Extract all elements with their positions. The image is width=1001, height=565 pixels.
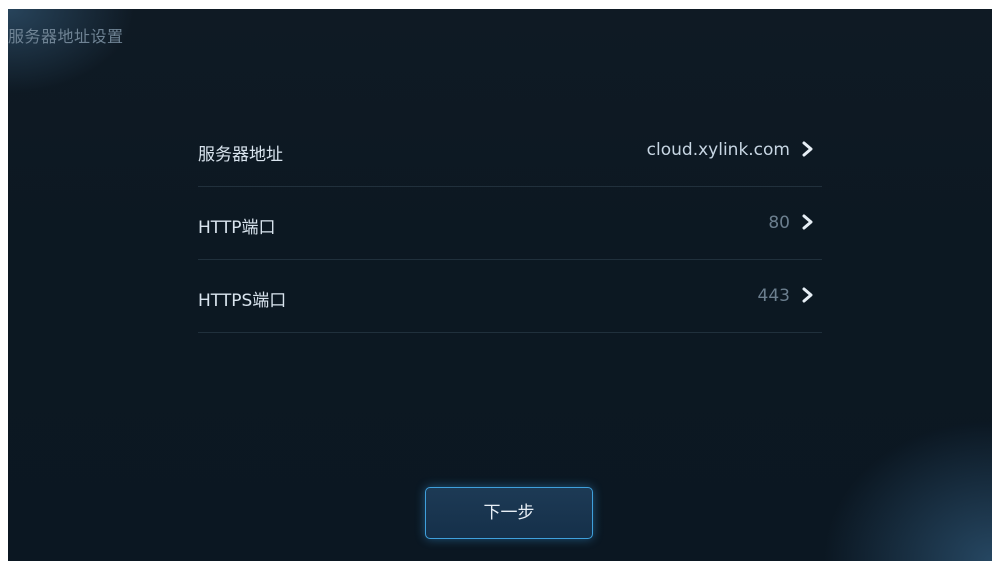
next-step-button[interactable]: 下一步 [425, 487, 593, 539]
https-port-label: HTTPS端口 [198, 291, 287, 311]
chevron-right-icon [802, 287, 813, 303]
http-port-value: 80 [768, 213, 790, 233]
http-port-label: HTTP端口 [198, 218, 276, 238]
chevron-right-icon [802, 141, 813, 157]
server-address-value: cloud.xylink.com [646, 140, 790, 160]
settings-screen: 服务器地址设置 服务器地址 cloud.xylink.com HTTP端口 80… [8, 9, 992, 561]
https-port-row[interactable]: HTTPS端口 443 [198, 260, 822, 333]
https-port-value: 443 [757, 286, 790, 306]
page-title: 服务器地址设置 [8, 27, 124, 46]
settings-list: 服务器地址 cloud.xylink.com HTTP端口 80 HTTPS端口… [198, 114, 822, 333]
chevron-right-icon [802, 214, 813, 230]
server-address-label: 服务器地址 [198, 145, 283, 165]
server-address-row[interactable]: 服务器地址 cloud.xylink.com [198, 114, 822, 187]
http-port-row[interactable]: HTTP端口 80 [198, 187, 822, 260]
